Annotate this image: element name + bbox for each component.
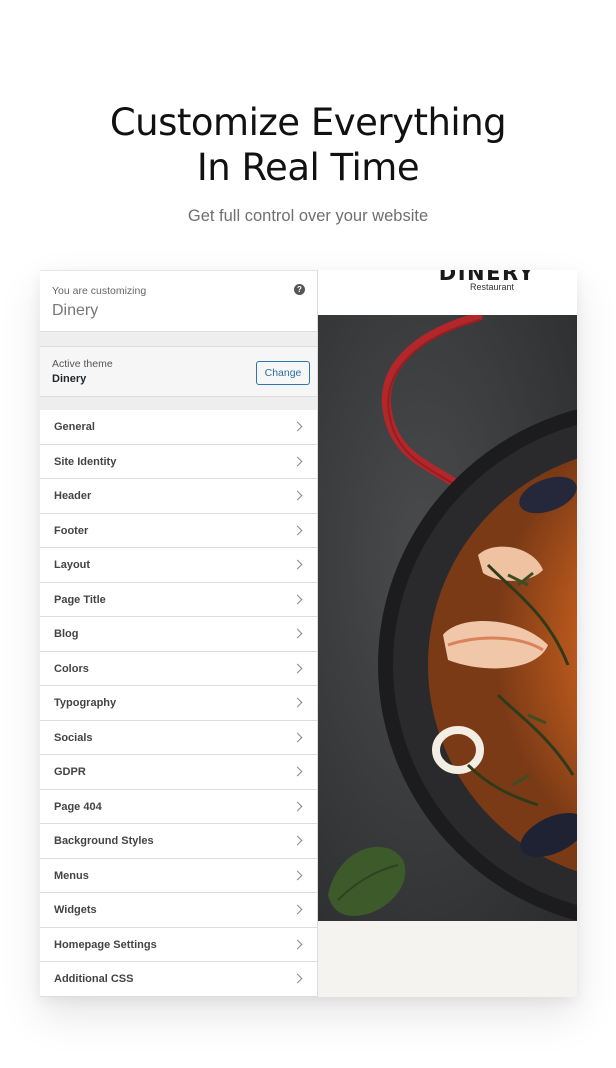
customizing-info: You are customizing Dinery ? <box>40 270 317 332</box>
menu-item-gdpr[interactable]: GDPR <box>40 755 317 790</box>
menu-item-footer[interactable]: Footer <box>40 513 317 548</box>
menu-item-label: Menus <box>54 869 89 882</box>
menu-item-homepage-settings[interactable]: Homepage Settings <box>40 927 317 962</box>
menu-item-label: Site Identity <box>54 455 117 468</box>
change-theme-button[interactable]: Change <box>256 361 310 385</box>
active-theme-name: Dinery <box>52 373 87 385</box>
headline-line-2: In Real Time <box>196 146 420 189</box>
menu-item-background-styles[interactable]: Background Styles <box>40 824 317 859</box>
menu-item-label: Layout <box>54 559 91 571</box>
menu-item-label: Background Styles <box>54 835 154 847</box>
chevron-right-icon <box>292 697 303 708</box>
customizing-site-name: Dinery <box>52 302 99 319</box>
preview-logo-subtitle: Restaurant <box>469 282 515 292</box>
chevron-right-icon <box>292 904 303 915</box>
chevron-right-icon <box>292 732 303 742</box>
menu-item-label: Additional CSS <box>54 973 134 985</box>
chevron-right-icon <box>292 973 303 984</box>
menu-item-label: Socials <box>54 731 93 744</box>
menu-item-label: Header <box>54 490 92 502</box>
headline: Customize Everything In Real Time <box>0 100 616 190</box>
menu-item-page-404[interactable]: Page 404 <box>40 789 317 824</box>
menu-item-label: Homepage Settings <box>54 938 157 951</box>
chevron-right-icon <box>292 870 303 880</box>
menu-item-socials[interactable]: Socials <box>40 720 317 755</box>
menu-item-typography[interactable]: Typography <box>40 686 317 721</box>
chevron-right-icon <box>292 835 303 846</box>
customizer-menu: General Site Identity Header Footer Layo… <box>40 410 317 997</box>
chevron-right-icon <box>292 456 303 466</box>
chevron-right-icon <box>292 525 303 535</box>
chevron-right-icon <box>292 559 303 570</box>
menu-item-label: Colors <box>54 662 89 675</box>
site-preview[interactable]: DINERY Restaurant <box>318 270 577 997</box>
menu-item-label: Typography <box>54 697 117 709</box>
hero-image-graphic <box>318 315 577 921</box>
menu-item-general[interactable]: General <box>40 410 317 445</box>
chevron-right-icon <box>292 801 303 811</box>
menu-item-colors[interactable]: Colors <box>40 651 317 686</box>
chevron-right-icon <box>292 594 303 604</box>
menu-item-page-title[interactable]: Page Title <box>40 582 317 617</box>
chevron-right-icon <box>292 939 303 949</box>
chevron-right-icon <box>292 766 303 777</box>
active-theme-label: Active theme <box>52 358 113 370</box>
chevron-right-icon <box>292 490 303 501</box>
chevron-right-icon <box>292 663 303 673</box>
menu-item-header[interactable]: Header <box>40 479 317 514</box>
active-theme-section: Active theme Dinery Change <box>40 346 317 397</box>
paella-pan-photo <box>318 315 577 921</box>
menu-item-additional-css[interactable]: Additional CSS <box>40 962 317 997</box>
menu-item-menus[interactable]: Menus <box>40 858 317 893</box>
preview-site-header: DINERY Restaurant <box>318 270 577 315</box>
customizer-panel: You are customizing Dinery ? Active them… <box>40 270 318 997</box>
question-circle-icon[interactable]: ? <box>294 284 305 295</box>
menu-item-label: Page 404 <box>54 800 102 813</box>
menu-item-label: General <box>54 421 95 433</box>
menu-item-widgets[interactable]: Widgets <box>40 893 317 928</box>
headline-line-1: Customize Everything <box>109 101 507 144</box>
menu-item-label: Footer <box>54 524 89 537</box>
menu-item-label: GDPR <box>54 766 86 778</box>
customizer-mockup: You are customizing Dinery ? Active them… <box>40 270 577 997</box>
menu-item-site-identity[interactable]: Site Identity <box>40 444 317 479</box>
chevron-right-icon <box>292 628 303 639</box>
preview-below-hero <box>318 921 577 997</box>
menu-item-label: Blog <box>54 628 79 640</box>
menu-item-label: Widgets <box>54 904 97 916</box>
menu-item-layout[interactable]: Layout <box>40 548 317 583</box>
menu-item-label: Page Title <box>54 593 106 606</box>
chevron-right-icon <box>292 421 303 432</box>
customizing-label: You are customizing <box>52 285 147 297</box>
menu-item-blog[interactable]: Blog <box>40 617 317 652</box>
subheadline: Get full control over your website <box>187 207 429 225</box>
